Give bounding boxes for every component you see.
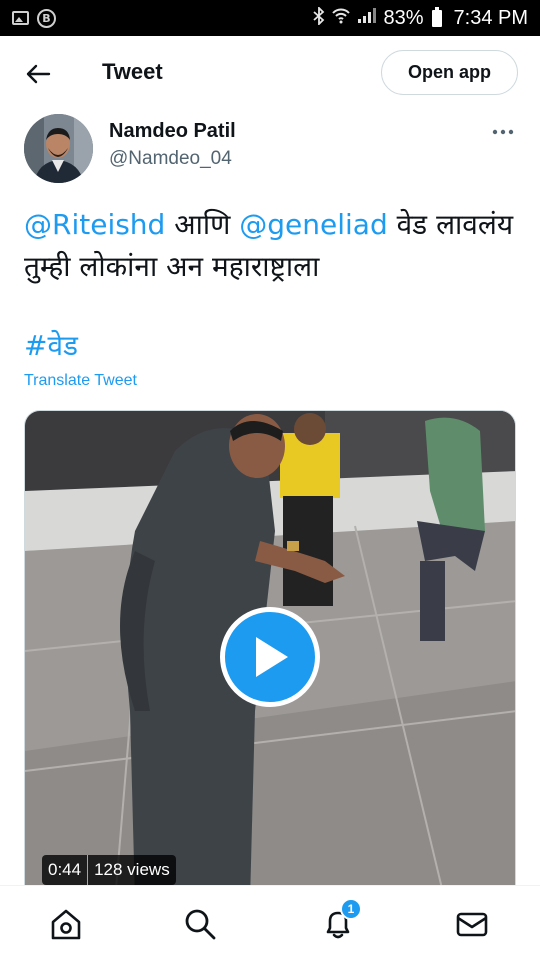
avatar[interactable] (24, 114, 93, 183)
mention-riteishd[interactable]: @Riteishd (24, 208, 165, 241)
nav-notifications[interactable]: 1 (318, 898, 362, 944)
tweet-text-part: आणि (165, 208, 240, 241)
translate-tweet-link[interactable]: Translate Tweet (24, 372, 137, 390)
signal-icon (357, 6, 377, 30)
video-meta: 0:44 128 views (42, 855, 176, 885)
back-button[interactable] (22, 58, 54, 90)
video-player[interactable]: 0:44 128 views (24, 410, 516, 900)
page-title: Tweet (102, 59, 163, 84)
image-icon (12, 11, 29, 25)
notification-badge: 1 (340, 898, 362, 920)
nav-messages[interactable] (452, 904, 492, 944)
video-duration: 0:44 (48, 860, 82, 879)
battery-percent: 83% (383, 6, 424, 29)
author-name[interactable]: Namdeo Patil (109, 120, 236, 143)
messages-icon (456, 912, 488, 937)
mention-geneliad[interactable]: @geneliad (239, 208, 387, 241)
search-icon (185, 909, 216, 940)
nav-home[interactable] (46, 904, 86, 944)
bottom-nav: 1 (0, 885, 540, 960)
header: Tweet Open app (0, 36, 540, 112)
arrow-left-icon (26, 64, 51, 84)
more-options-button[interactable] (487, 118, 519, 146)
open-app-button[interactable]: Open app (381, 50, 518, 95)
play-icon (256, 637, 288, 677)
bluetooth-icon (313, 5, 325, 30)
battery-icon (431, 6, 442, 27)
home-icon (51, 909, 81, 940)
status-bar: B 83% 7:34 PM (0, 0, 540, 36)
clock: 7:34 PM (453, 6, 528, 29)
avatar-image (24, 114, 93, 183)
hashtag[interactable]: #वेड (24, 325, 78, 367)
nav-search[interactable] (180, 904, 220, 944)
tweet-text: @Riteishd आणि @geneliad वेड लावलंय तुम्ह… (24, 204, 520, 288)
author-handle[interactable]: @Namdeo_04 (109, 148, 232, 170)
play-button[interactable] (220, 607, 320, 707)
status-bar-right: 83% 7:34 PM (313, 5, 528, 30)
wifi-icon (331, 6, 351, 30)
more-icon (492, 129, 514, 135)
status-bar-left: B (12, 8, 56, 28)
b-circle-icon: B (37, 8, 56, 28)
video-views: 128 views (94, 860, 170, 879)
